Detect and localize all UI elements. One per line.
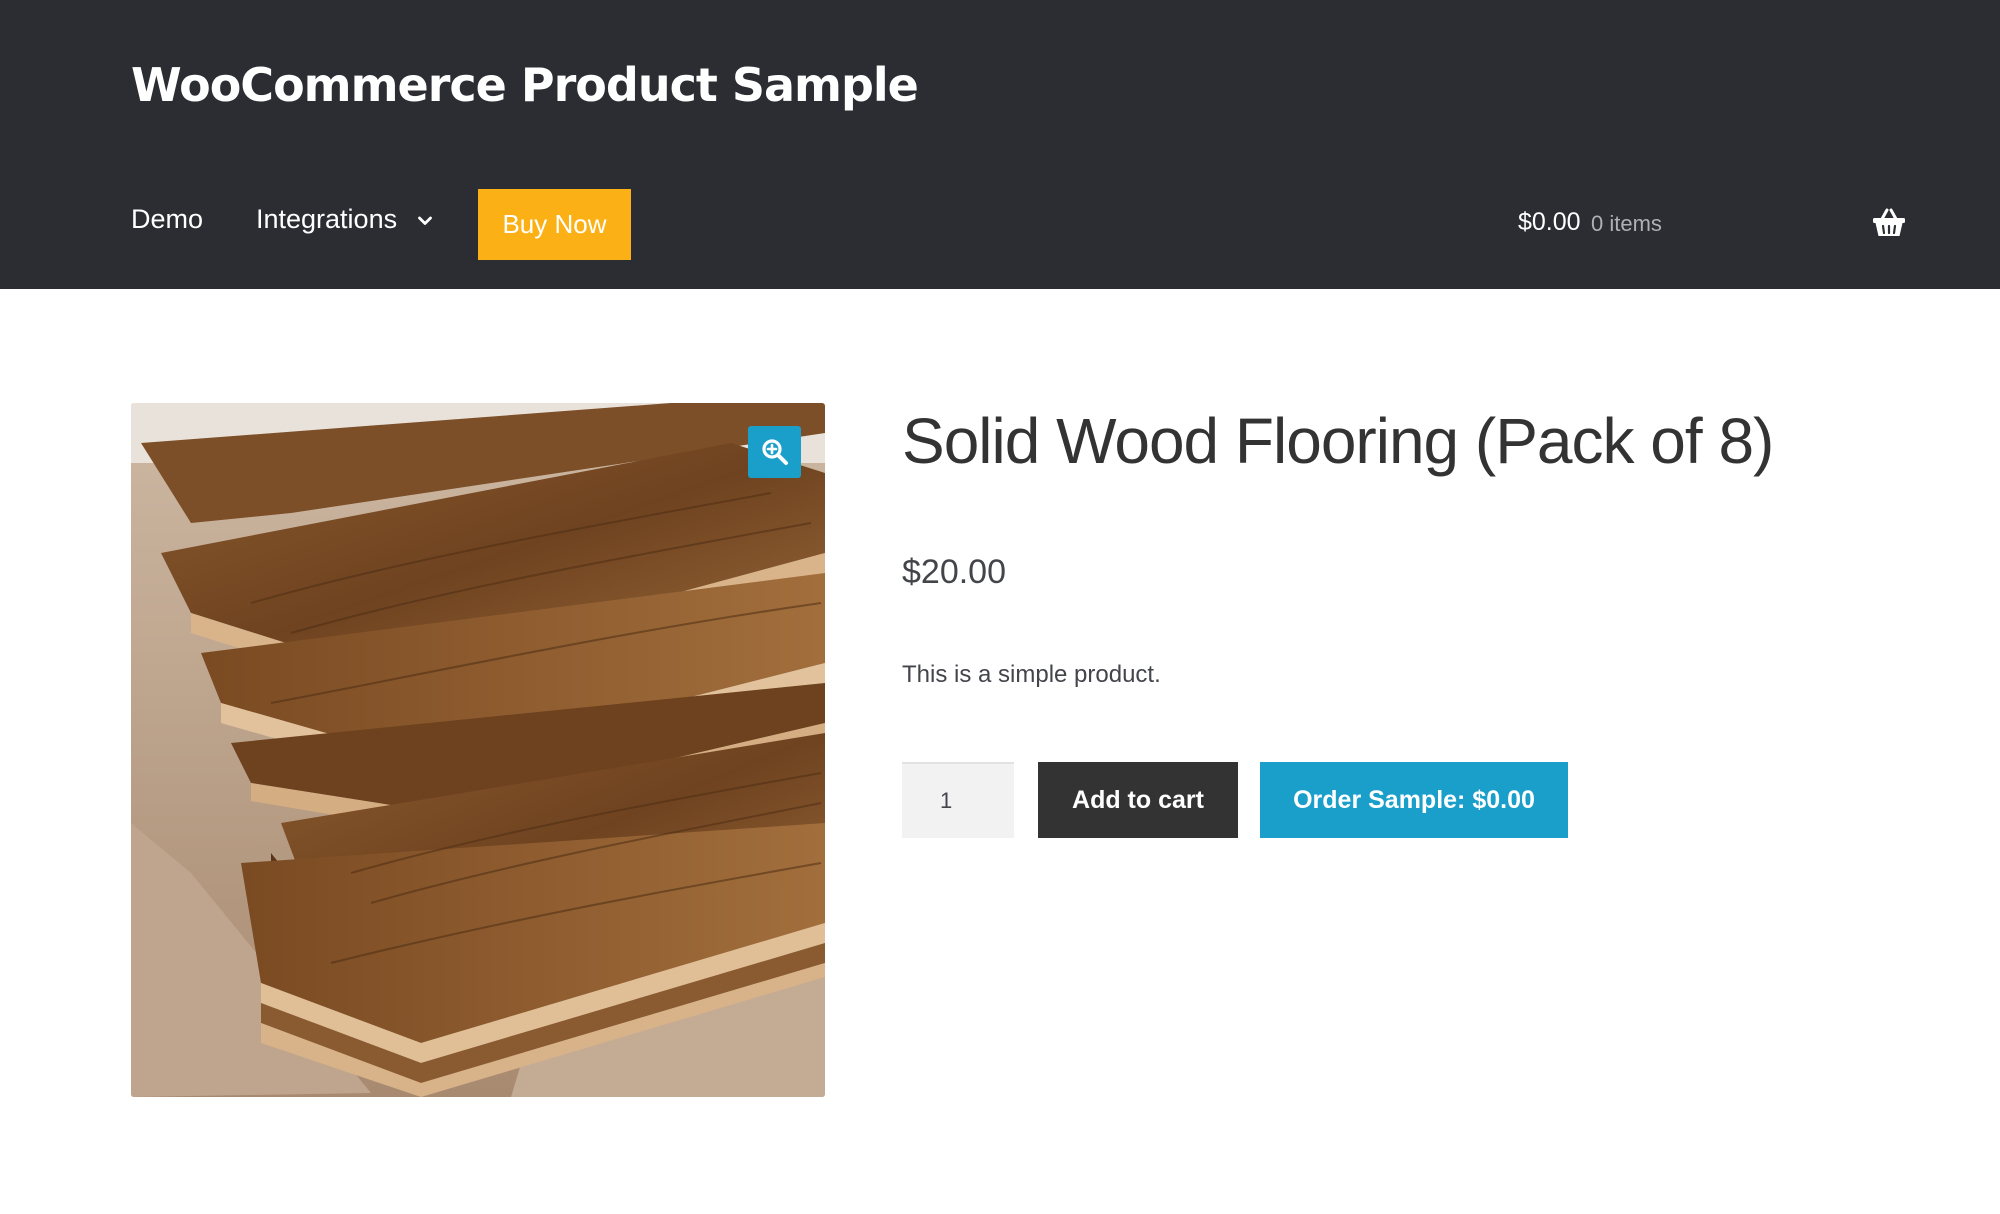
add-to-cart-button[interactable]: Add to cart — [1038, 762, 1238, 838]
basket-icon[interactable] — [1872, 208, 1906, 238]
zoom-icon — [761, 439, 788, 465]
site-header: WooCommerce Product Sample Demo Integrat… — [0, 0, 2000, 289]
cart-item-count[interactable]: 0 items — [1591, 211, 1662, 237]
product-image[interactable] — [131, 403, 825, 1097]
site-title[interactable]: WooCommerce Product Sample — [131, 58, 919, 112]
zoom-button[interactable] — [748, 426, 801, 478]
product-title: Solid Wood Flooring (Pack of 8) — [902, 405, 1774, 477]
buy-now-button[interactable]: Buy Now — [478, 189, 631, 260]
chevron-down-icon[interactable] — [418, 214, 432, 228]
cart-total[interactable]: $0.00 — [1518, 208, 1581, 237]
wood-flooring-photo — [131, 403, 825, 1097]
nav-item-demo[interactable]: Demo — [131, 204, 203, 235]
product-price: $20.00 — [902, 553, 1006, 591]
quantity-input[interactable] — [902, 762, 1014, 838]
product-description: This is a simple product. — [902, 661, 1161, 688]
nav-item-integrations[interactable]: Integrations — [256, 204, 397, 235]
order-sample-button[interactable]: Order Sample: $0.00 — [1260, 762, 1568, 838]
